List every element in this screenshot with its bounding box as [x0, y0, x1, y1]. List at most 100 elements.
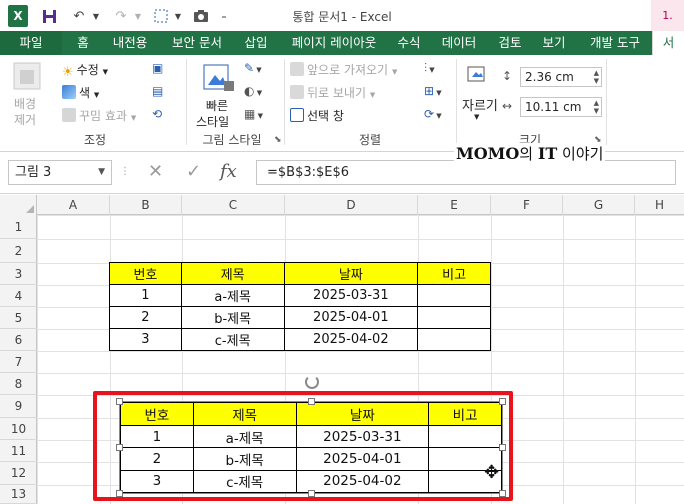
column-header-g[interactable]: G: [563, 195, 635, 215]
cell-note[interactable]: [417, 306, 491, 329]
bring-forward-icon: [290, 62, 304, 76]
header-number[interactable]: 번호: [109, 262, 182, 285]
cell-date[interactable]: 2025-04-02: [283, 328, 419, 351]
column-header-b[interactable]: B: [110, 195, 182, 215]
row-header-12[interactable]: 12: [0, 462, 37, 485]
row-header-13[interactable]: 13: [0, 485, 37, 504]
name-box-dropdown-icon[interactable]: ▼: [98, 161, 105, 184]
column-header-c[interactable]: C: [182, 195, 285, 215]
column-header-f[interactable]: F: [491, 195, 563, 215]
tab-view[interactable]: 보기: [534, 31, 574, 55]
color-button[interactable]: 색 ▼: [62, 84, 99, 101]
change-picture-icon[interactable]: ▤: [152, 84, 163, 98]
cell-date[interactable]: 2025-04-01: [283, 306, 419, 329]
remove-background-icon[interactable]: [12, 61, 46, 91]
picture-layout-icon[interactable]: ▦ ▼: [244, 107, 263, 121]
formula-bar-handle-icon: ⋮: [120, 166, 130, 177]
enter-icon[interactable]: ✓: [186, 161, 201, 182]
row-header-1[interactable]: 1: [0, 215, 37, 239]
tab-insert[interactable]: 삽입: [236, 31, 276, 55]
height-icon: ↕: [502, 69, 513, 83]
cell-number[interactable]: 1: [109, 284, 182, 307]
crop-label: 자르기: [462, 99, 498, 114]
row-header-7[interactable]: 7: [0, 351, 37, 373]
cell-title[interactable]: a-제목: [180, 284, 285, 307]
tab-security[interactable]: 보안 문서: [162, 31, 232, 55]
styles-dialog-launcher-icon[interactable]: ⬊: [274, 135, 282, 145]
width-input[interactable]: 10.11 cm ▲ ▼: [520, 97, 602, 117]
quick-styles-icon[interactable]: [202, 61, 238, 95]
rotate-handle-icon[interactable]: [305, 375, 319, 389]
row-header-8[interactable]: 8: [0, 373, 37, 395]
width-value: 10.11 cm: [525, 100, 582, 114]
selection-pane-button[interactable]: 선택 창: [290, 107, 344, 124]
column-header-h[interactable]: H: [635, 195, 684, 215]
highlight-box: [93, 391, 513, 501]
bring-forward-button[interactable]: 앞으로 가져오기 ▼: [290, 61, 397, 78]
tab-data[interactable]: 데이터: [434, 31, 484, 55]
row-header-3[interactable]: 3: [0, 263, 37, 285]
row-header-6[interactable]: 6: [0, 329, 37, 351]
cell-number[interactable]: 2: [109, 306, 182, 329]
row-header-4[interactable]: 4: [0, 285, 37, 307]
cell-number[interactable]: 3: [109, 328, 182, 351]
insert-function-icon[interactable]: fx: [220, 161, 237, 182]
height-spinner-icon[interactable]: ▲ ▼: [594, 69, 599, 85]
watermark-mid: 의: [519, 145, 538, 163]
ribbon: 배경 제거 ☀ 수정 ▼ 색 ▼ 꾸밈 효과 ▼ ▣ ▤ ⟲ 조정 빠른 스타일 …: [0, 55, 684, 152]
crop-dropdown-icon[interactable]: ▼: [474, 113, 479, 121]
column-header-a[interactable]: A: [37, 195, 110, 215]
ribbon-tabs: 파일 홈 내전용 보안 문서 삽입 페이지 레이아웃 수식 데이터 검토 보기 …: [0, 31, 684, 55]
cell-title[interactable]: b-제목: [180, 306, 285, 329]
row-header-2[interactable]: 2: [0, 239, 37, 263]
column-header-d[interactable]: D: [285, 195, 418, 215]
cell-note[interactable]: [417, 284, 491, 307]
picture-effects-icon[interactable]: ◐ ▼: [244, 84, 262, 98]
color-icon: [62, 85, 76, 99]
tab-page-layout[interactable]: 페이지 레이아웃: [282, 31, 386, 55]
table-row: 2 b-제목 2025-04-01: [109, 306, 491, 329]
width-spinner-icon[interactable]: ▲ ▼: [594, 99, 599, 115]
row-header-10[interactable]: 10: [0, 418, 37, 440]
send-backward-button[interactable]: 뒤로 보내기 ▼: [290, 84, 375, 101]
artistic-effects-button[interactable]: 꾸밈 효과 ▼: [62, 107, 136, 124]
watermark-it: IT: [537, 144, 558, 163]
cell-title[interactable]: c-제목: [180, 328, 285, 351]
crop-icon[interactable]: [464, 61, 492, 89]
signin-badge[interactable]: 1.: [651, 0, 684, 31]
cell-date[interactable]: 2025-03-31: [283, 284, 419, 307]
tab-developer[interactable]: 개발 도구: [580, 31, 650, 55]
row-header-9[interactable]: 9: [0, 395, 37, 418]
tab-file[interactable]: 파일: [0, 31, 62, 55]
reset-picture-icon[interactable]: ⟲: [152, 107, 162, 121]
row-header-5[interactable]: 5: [0, 307, 37, 329]
name-box-value: 그림 3: [15, 165, 52, 180]
width-icon: ↔: [502, 99, 513, 113]
header-note[interactable]: 비고: [417, 262, 491, 285]
height-input[interactable]: 2.36 cm ▲ ▼: [520, 67, 602, 87]
tab-formulas[interactable]: 수식: [390, 31, 428, 55]
send-backward-icon: [290, 85, 304, 99]
header-date[interactable]: 날짜: [283, 262, 419, 285]
tab-review[interactable]: 검토: [490, 31, 530, 55]
compress-icon[interactable]: ▣: [152, 61, 163, 75]
cancel-icon[interactable]: ✕: [148, 161, 163, 182]
group-icon[interactable]: ⊞ ▼: [424, 84, 442, 98]
watermark-brand: MOMO: [456, 144, 520, 163]
picture-border-icon[interactable]: ✎ ▼: [244, 61, 262, 75]
rotate-icon[interactable]: ⟳ ▼: [424, 107, 442, 121]
cell-note[interactable]: [417, 328, 491, 351]
column-header-e[interactable]: E: [418, 195, 491, 215]
quick-styles-label-1: 빠른: [206, 99, 229, 113]
align-icon[interactable]: ⫶ ▼: [424, 61, 435, 76]
tab-home[interactable]: 홈: [66, 31, 100, 55]
window-title: 통합 문서1 - Excel: [292, 10, 392, 24]
select-all-button[interactable]: [0, 195, 37, 215]
header-title[interactable]: 제목: [180, 262, 285, 285]
tab-personal[interactable]: 내전용: [102, 31, 158, 55]
row-header-11[interactable]: 11: [0, 440, 37, 462]
corrections-button[interactable]: ☀ 수정 ▼: [62, 61, 108, 80]
tab-format[interactable]: 서: [652, 31, 684, 55]
name-box[interactable]: 그림 3 ▼: [8, 160, 112, 185]
group-label-arrange: 정렬: [358, 133, 382, 147]
